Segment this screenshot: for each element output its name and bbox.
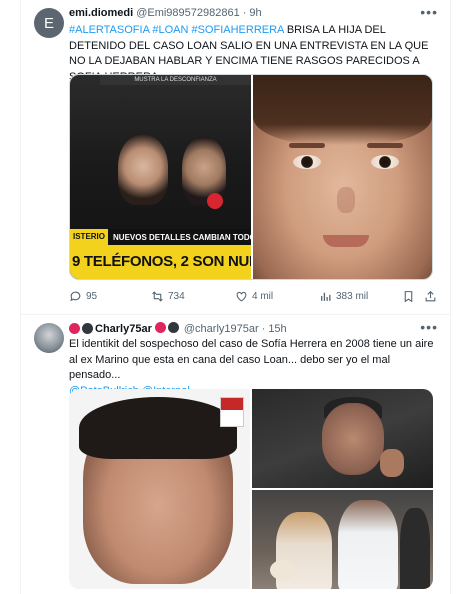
tweet-media[interactable]: MUSTRA LA DESCONFIANZA ISTERIO NUEVOS DE… bbox=[69, 74, 433, 280]
views-button[interactable]: 383 mil bbox=[319, 290, 368, 303]
face-shape bbox=[322, 403, 384, 475]
share-icon bbox=[425, 290, 436, 302]
media-right-column bbox=[252, 389, 433, 589]
reply-button[interactable]: 95 bbox=[69, 290, 97, 303]
wedding-image[interactable] bbox=[252, 490, 433, 589]
brow-shape bbox=[289, 143, 325, 148]
bouquet-shape bbox=[270, 560, 296, 580]
avatar[interactable] bbox=[34, 323, 64, 353]
eye-shape bbox=[293, 155, 321, 169]
hair-shape bbox=[253, 75, 432, 145]
display-name[interactable]: Charly75ar bbox=[95, 323, 152, 335]
tweet-body: El identikit del sospechoso del caso de … bbox=[69, 338, 434, 381]
man-phone-image[interactable] bbox=[252, 389, 433, 488]
news-top-banner: MUSTRA LA DESCONFIANZA bbox=[100, 75, 251, 85]
tweet-media[interactable] bbox=[69, 389, 433, 589]
like-count: 4 mil bbox=[252, 291, 274, 302]
red-circle-icon bbox=[69, 323, 80, 334]
views-count: 383 mil bbox=[336, 291, 369, 302]
bookmark-button[interactable] bbox=[402, 290, 415, 303]
police-notice-badge bbox=[220, 397, 244, 427]
tweet-actions: 95 734 4 mil 383 mil bbox=[69, 290, 439, 306]
nose-shape bbox=[337, 187, 355, 213]
retweet-icon bbox=[152, 291, 163, 302]
news-ticker: ISTERIO NUEVOS DETALLES CAMBIAN TODO bbox=[70, 229, 251, 245]
hashtags[interactable]: #ALERTASOFIA #LOAN #SOFIAHERRERA bbox=[69, 24, 284, 36]
reply-icon bbox=[70, 291, 81, 302]
ticker-text: NUEVOS DETALLES CAMBIAN TODO bbox=[113, 232, 251, 242]
retweet-count: 734 bbox=[168, 291, 185, 302]
feed-right-border bbox=[450, 0, 451, 594]
like-button[interactable]: 4 mil bbox=[235, 290, 273, 303]
display-name[interactable]: emi.diomedi bbox=[69, 7, 133, 19]
tweet-header: Charly75ar @charly1975ar · 15h bbox=[69, 322, 287, 335]
separator-dot: · bbox=[242, 7, 247, 19]
mouth-shape bbox=[323, 235, 369, 247]
microphone-icon bbox=[207, 193, 223, 209]
person-image bbox=[118, 135, 168, 205]
person-shape bbox=[400, 508, 430, 589]
red-circle-icon bbox=[154, 322, 166, 333]
tweet-header: emi.diomedi @Emi989572982861 · 9h bbox=[69, 7, 262, 19]
separator-dot: · bbox=[261, 322, 266, 335]
tweet-2[interactable]: Charly75ar @charly1975ar · 15h ••• El id… bbox=[21, 315, 450, 594]
timestamp[interactable]: 9h bbox=[249, 7, 261, 19]
black-circle-icon bbox=[82, 323, 93, 334]
black-circle-icon bbox=[167, 322, 179, 333]
avatar[interactable]: E bbox=[34, 8, 64, 38]
handle[interactable]: @Emi989572982861 bbox=[136, 7, 240, 19]
identikit-image[interactable] bbox=[69, 389, 250, 589]
ticker-tag: ISTERIO bbox=[70, 229, 109, 245]
child-portrait-image[interactable] bbox=[253, 75, 432, 279]
ticker-headline: 9 TELÉFONOS, 2 SON NUESTROS, bbox=[70, 245, 251, 279]
news-screenshot-image[interactable]: MUSTRA LA DESCONFIANZA ISTERIO NUEVOS DE… bbox=[70, 75, 251, 279]
eye-shape bbox=[371, 155, 399, 169]
retweet-button[interactable]: 734 bbox=[151, 290, 185, 303]
hand-shape bbox=[380, 449, 404, 477]
share-button[interactable] bbox=[424, 290, 437, 303]
views-icon bbox=[321, 292, 331, 301]
brow-shape bbox=[367, 143, 403, 148]
reply-count: 95 bbox=[86, 291, 98, 302]
handle[interactable]: @charly1975ar bbox=[184, 323, 259, 335]
hair-shape bbox=[79, 397, 237, 459]
like-icon bbox=[236, 291, 247, 302]
groom-shape bbox=[338, 500, 398, 589]
bookmark-icon bbox=[404, 291, 413, 303]
tweet-1[interactable]: E emi.diomedi @Emi989572982861 · 9h ••• … bbox=[21, 0, 450, 314]
more-icon[interactable]: ••• bbox=[420, 4, 438, 20]
more-icon[interactable]: ••• bbox=[420, 319, 438, 335]
timestamp[interactable]: 15h bbox=[268, 323, 286, 335]
